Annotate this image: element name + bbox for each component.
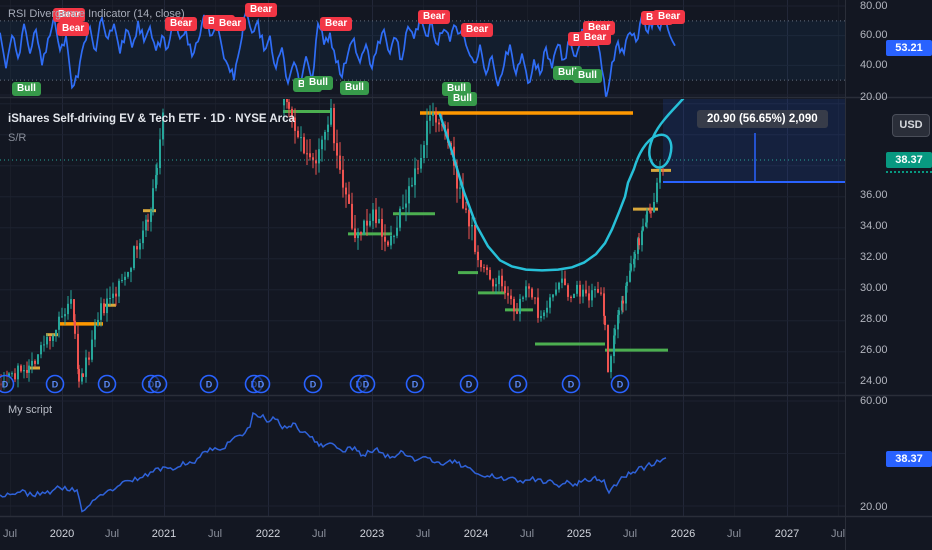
script-pane[interactable] xyxy=(0,412,667,513)
price-axis-tick: 26.00 xyxy=(860,344,888,356)
time-axis-label[interactable]: Jul xyxy=(312,528,326,540)
bear-signal-label: Bear xyxy=(214,17,247,31)
svg-text:D: D xyxy=(155,380,162,390)
time-axis-label[interactable]: Jul xyxy=(727,528,741,540)
script-axis-tick: 20.00 xyxy=(860,501,888,513)
last-price-badge: 38.37 xyxy=(886,152,932,168)
time-axis-label[interactable]: 2020 xyxy=(50,528,74,540)
svg-text:D: D xyxy=(515,380,522,390)
bull-signal-label: Bull xyxy=(304,76,333,90)
svg-text:D: D xyxy=(617,380,624,390)
my-script-line xyxy=(0,412,667,513)
time-axis-label[interactable]: Jul xyxy=(208,528,222,540)
script-axis-tick: 60.00 xyxy=(860,395,888,407)
bull-signal-label: Bull xyxy=(340,81,369,95)
price-axis-tick: 34.00 xyxy=(860,220,888,232)
svg-text:D: D xyxy=(412,380,419,390)
price-pane[interactable] xyxy=(0,87,845,392)
time-axis-label[interactable]: Jul xyxy=(831,528,845,540)
script-value-badge: 38.37 xyxy=(886,451,932,467)
rsi-axis-tick: 40.00 xyxy=(860,59,888,71)
time-axis-label[interactable]: Jul xyxy=(416,528,430,540)
time-axis-label[interactable]: 2022 xyxy=(256,528,280,540)
time-axis-label[interactable]: Jul xyxy=(520,528,534,540)
bull-signal-label: Bull xyxy=(448,92,477,106)
dividend-markers: DDDDDDDDDDDDDDDD xyxy=(0,374,630,394)
price-axis-tick: 30.00 xyxy=(860,282,888,294)
price-axis-tick: 28.00 xyxy=(860,313,888,325)
bull-signal-label: Bull xyxy=(12,82,41,96)
svg-text:D: D xyxy=(206,380,213,390)
time-axis-label[interactable]: Jul xyxy=(3,528,17,540)
svg-text:D: D xyxy=(104,380,111,390)
bear-signal-label: Bear xyxy=(320,17,353,31)
trading-chart-window: DDDDDDDDDDDDDDDD RSI Divergence Indicato… xyxy=(0,0,932,550)
bear-signal-label: Bear xyxy=(57,22,90,36)
time-axis-label[interactable]: 2025 xyxy=(567,528,591,540)
symbol-title[interactable]: iShares Self-driving EV & Tech ETF · 1D … xyxy=(8,113,295,125)
svg-text:D: D xyxy=(363,380,370,390)
measurement-tooltip: 20.90 (56.65%) 2,090 xyxy=(697,110,828,128)
price-axis-tick: 32.00 xyxy=(860,251,888,263)
bear-signal-label: Bear xyxy=(461,23,494,37)
rsi-axis-tick: 60.00 xyxy=(860,29,888,41)
time-axis-label[interactable]: 2021 xyxy=(152,528,176,540)
bull-signal-label: Bull xyxy=(573,69,602,83)
my-script-legend[interactable]: My script xyxy=(8,404,52,416)
svg-text:D: D xyxy=(568,380,575,390)
price-axis-tick: 24.00 xyxy=(860,375,888,387)
bear-signal-label: Bear xyxy=(653,10,686,24)
time-axis-label[interactable]: 2024 xyxy=(464,528,488,540)
rsi-axis-tick: 80.00 xyxy=(860,0,888,12)
time-axis-label[interactable]: 2026 xyxy=(671,528,695,540)
time-axis-label[interactable]: Jul xyxy=(105,528,119,540)
bear-signal-label: Bear xyxy=(418,10,451,24)
svg-text:D: D xyxy=(52,380,59,390)
svg-text:D: D xyxy=(466,380,473,390)
svg-text:D: D xyxy=(2,380,9,390)
rsi-pane[interactable] xyxy=(0,9,845,98)
bear-signal-label: Bear xyxy=(579,31,612,45)
price-badge-dots xyxy=(886,171,932,173)
sr-indicator-legend[interactable]: S/R xyxy=(8,132,26,144)
svg-text:D: D xyxy=(258,380,265,390)
currency-toggle-button[interactable]: USD xyxy=(892,114,930,137)
rsi-axis-tick: 20.00 xyxy=(860,91,888,103)
bear-signal-label: Bear xyxy=(245,3,278,17)
cup-projection-curve[interactable] xyxy=(438,94,687,272)
time-axis-label[interactable]: 2027 xyxy=(775,528,799,540)
svg-text:D: D xyxy=(310,380,317,390)
rsi-indicator-legend[interactable]: RSI Divergence Indicator (14, close) xyxy=(8,8,185,20)
time-axis-label[interactable]: Jul xyxy=(623,528,637,540)
time-axis-label[interactable]: 2023 xyxy=(360,528,384,540)
price-axis-tick: 36.00 xyxy=(860,189,888,201)
rsi-value-badge: 53.21 xyxy=(886,40,932,56)
